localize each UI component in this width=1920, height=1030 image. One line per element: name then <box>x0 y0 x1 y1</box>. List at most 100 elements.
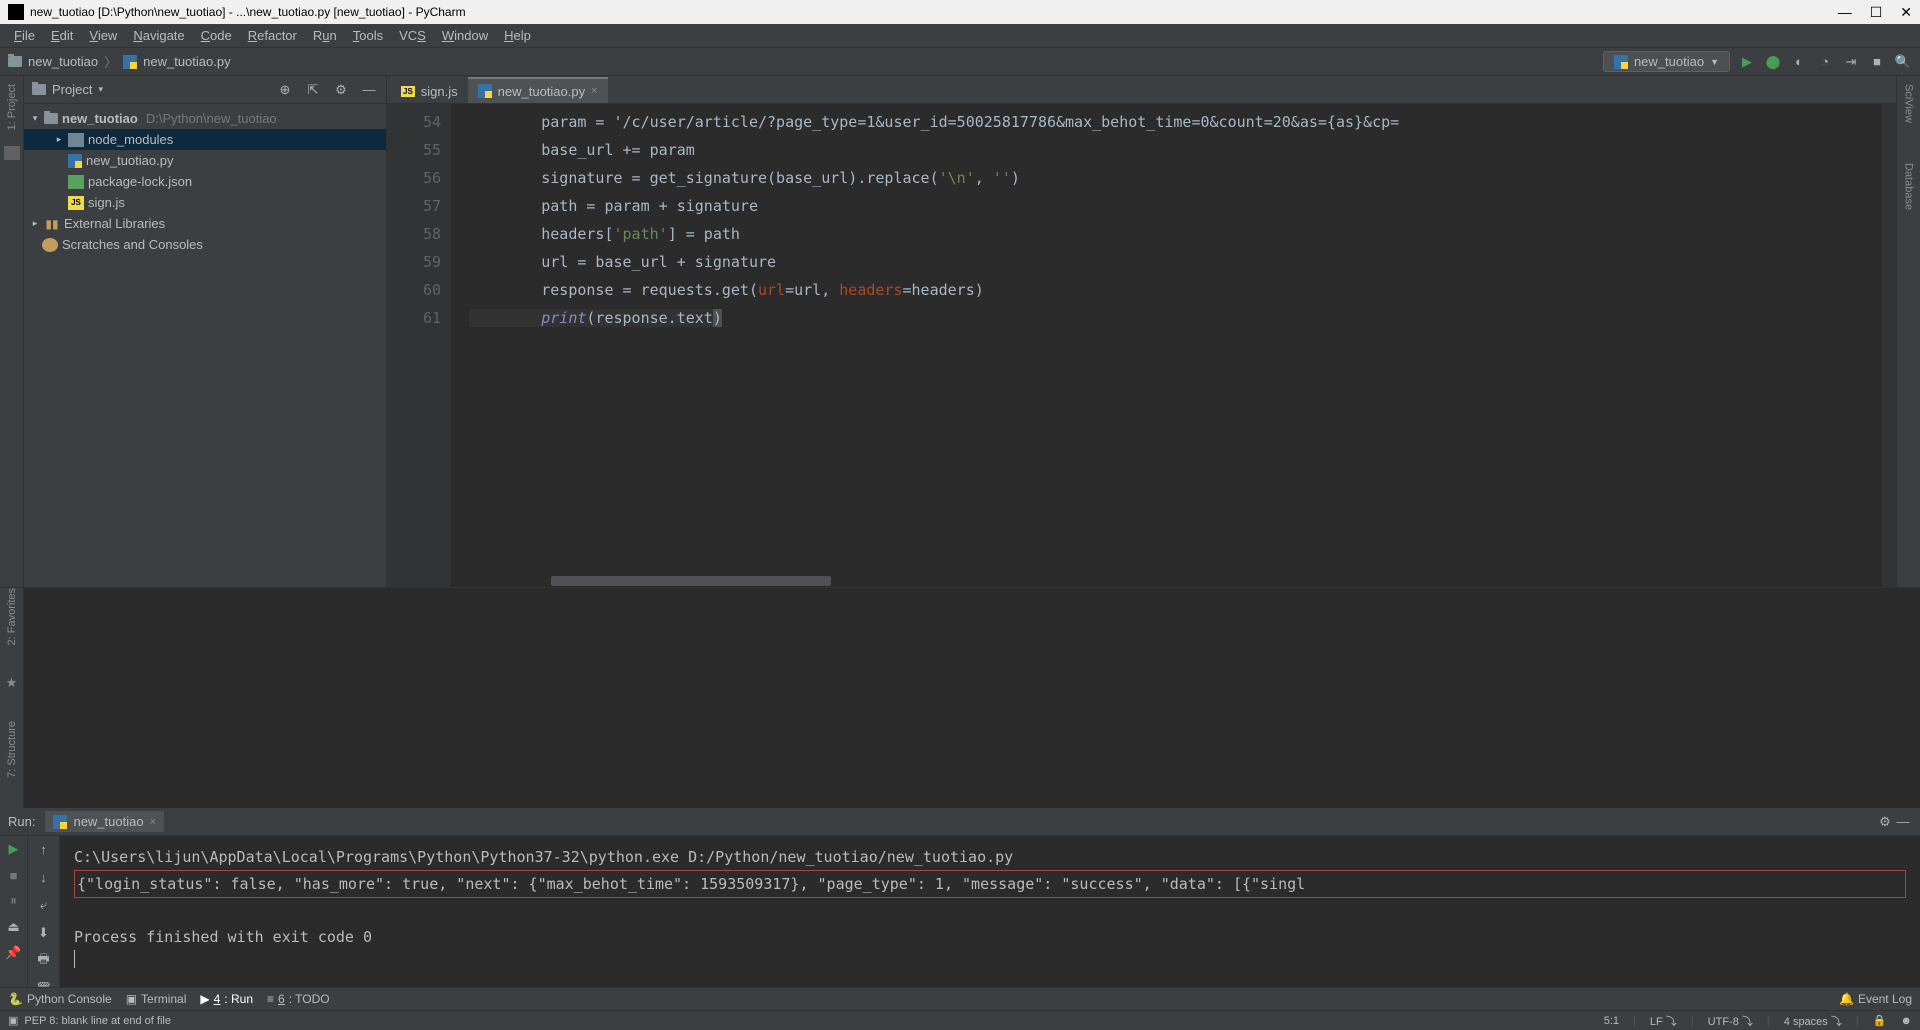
menu-navigate[interactable]: Navigate <box>127 26 190 45</box>
tree-item-node-modules[interactable]: ▸ node_modules <box>24 129 386 150</box>
breadcrumb-root[interactable]: new_tuotiao <box>28 54 98 69</box>
project-header: Project ▾ ⊕ ⇱ ⚙ — <box>24 76 386 104</box>
run-tab[interactable]: new_tuotiao × <box>45 811 164 832</box>
locate-icon[interactable]: ⊕ <box>276 81 294 99</box>
tree-item-external-libraries[interactable]: ▸ ▮▮ External Libraries <box>24 213 386 234</box>
scroll-to-end-button[interactable]: ⬇ <box>35 924 53 942</box>
python-file-icon <box>123 55 137 69</box>
editor-tab-label: new_tuotiao.py <box>498 84 585 99</box>
up-button[interactable]: ↑ <box>35 840 53 858</box>
status-line-separator[interactable]: LF ⤵ <box>1650 1013 1677 1029</box>
run-button[interactable]: ▶ <box>1738 53 1756 71</box>
chevron-down-icon[interactable]: ▾ <box>98 84 103 95</box>
tree-item-new-tuotiao-py[interactable]: new_tuotiao.py <box>24 150 386 171</box>
folder-icon <box>8 56 22 67</box>
pin-button[interactable]: 📌 <box>5 944 23 962</box>
expand-arrow-icon[interactable]: ▾ <box>30 113 40 124</box>
hide-icon[interactable]: — <box>360 81 378 99</box>
code-content[interactable]: param = '/c/user/article/?page_type=1&us… <box>451 104 1882 587</box>
project-header-title[interactable]: Project <box>52 82 92 97</box>
tree-item-package-lock[interactable]: package-lock.json <box>24 171 386 192</box>
project-tool-window: Project ▾ ⊕ ⇱ ⚙ — ▾ new_tuotiao D:\Pytho… <box>24 76 387 587</box>
scrollbar-thumb[interactable] <box>551 576 831 586</box>
menu-file[interactable]: File <box>8 26 41 45</box>
menu-help[interactable]: Help <box>498 26 537 45</box>
pause-button[interactable]: ⏸ <box>5 892 23 910</box>
run-coverage-button[interactable]: ◐ <box>1790 53 1808 71</box>
menu-run[interactable]: Run <box>307 26 343 45</box>
menu-vcs[interactable]: VCS <box>393 26 432 45</box>
run-config-label: new_tuotiao <box>1634 54 1704 69</box>
search-everywhere-button[interactable]: 🔍 <box>1894 53 1912 71</box>
menu-refactor[interactable]: Refactor <box>242 26 303 45</box>
run-button-bottom[interactable]: ▶ 4: Run <box>200 992 253 1006</box>
menu-tools[interactable]: Tools <box>347 26 389 45</box>
expand-arrow-icon[interactable]: ▸ <box>54 134 64 145</box>
run-tab-label: new_tuotiao <box>73 814 143 829</box>
tree-item-label: new_tuotiao.py <box>86 153 173 168</box>
status-position[interactable]: 5:1 <box>1604 1015 1619 1027</box>
folder-icon <box>44 113 58 124</box>
status-encoding[interactable]: UTF-8 ⤵ <box>1708 1013 1753 1029</box>
editor-tabs: JS sign.js new_tuotiao.py × <box>387 76 1896 104</box>
terminal-button[interactable]: ▣ Terminal <box>126 992 187 1006</box>
close-tab-icon[interactable]: × <box>150 816 156 828</box>
tree-item-sign-js[interactable]: JS sign.js <box>24 192 386 213</box>
status-hector-icon[interactable]: ☻ <box>1900 1015 1912 1027</box>
chevron-right-icon: 〉 <box>104 52 117 71</box>
database-tool-button[interactable]: Database <box>1903 163 1915 210</box>
editor-tab-new-tuotiao-py[interactable]: new_tuotiao.py × <box>468 77 608 103</box>
status-bar: ▣ PEP 8: blank line at end of file 5:1 |… <box>0 1010 1920 1030</box>
python-file-icon <box>68 154 82 168</box>
print-button[interactable]: 🖶 <box>35 952 53 970</box>
sciview-tool-button[interactable]: SciView <box>1903 84 1915 123</box>
attach-button[interactable]: ⇥ <box>1842 53 1860 71</box>
event-log-button[interactable]: 🔔 Event Log <box>1839 992 1912 1006</box>
gear-icon[interactable]: ⚙ <box>332 81 350 99</box>
profile-button[interactable]: ◔ <box>1816 53 1834 71</box>
project-tool-button[interactable]: 1: Project <box>6 84 18 130</box>
rerun-button[interactable]: ▶ <box>5 840 23 858</box>
horizontal-scrollbar[interactable] <box>451 575 1876 587</box>
expand-arrow-icon[interactable]: ▸ <box>30 218 40 229</box>
window-minimize-button[interactable]: — <box>1838 4 1852 21</box>
scratches-icon <box>42 238 58 252</box>
debug-button[interactable]: ⬤ <box>1764 53 1782 71</box>
project-tree[interactable]: ▾ new_tuotiao D:\Python\new_tuotiao ▸ no… <box>24 104 386 587</box>
gear-icon[interactable]: ⚙ <box>1876 813 1894 831</box>
python-file-icon <box>53 815 67 829</box>
stop-button[interactable]: ■ <box>1868 53 1886 71</box>
down-button[interactable]: ↓ <box>35 868 53 886</box>
editor-tab-sign-js[interactable]: JS sign.js <box>391 77 468 103</box>
tree-item-scratches[interactable]: Scratches and Consoles <box>24 234 386 255</box>
navigation-bar: new_tuotiao 〉 new_tuotiao.py new_tuotiao… <box>0 48 1920 76</box>
stop-button[interactable]: ■ <box>5 866 23 884</box>
close-tab-icon[interactable]: × <box>591 85 597 97</box>
star-icon[interactable]: ★ <box>6 675 18 691</box>
exit-button[interactable]: ⏏ <box>5 918 23 936</box>
tree-root[interactable]: ▾ new_tuotiao D:\Python\new_tuotiao <box>24 108 386 129</box>
structure-tool-button[interactable]: 7: Structure <box>6 721 18 778</box>
menu-window[interactable]: Window <box>436 26 494 45</box>
bookmark-icon[interactable] <box>4 146 20 160</box>
todo-button[interactable]: ≡ 6: TODO <box>267 992 330 1006</box>
run-output[interactable]: C:\Users\lijun\AppData\Local\Programs\Py… <box>60 836 1920 998</box>
python-console-button[interactable]: 🐍 Python Console <box>8 992 112 1006</box>
menu-edit[interactable]: Edit <box>45 26 79 45</box>
hide-icon[interactable]: — <box>1894 813 1912 831</box>
menu-code[interactable]: Code <box>195 26 238 45</box>
menu-view[interactable]: View <box>83 26 123 45</box>
status-indent[interactable]: 4 spaces ⤵ <box>1784 1013 1842 1029</box>
code-editor[interactable]: 5455565758596061 param = '/c/user/articl… <box>387 104 1896 587</box>
soft-wrap-button[interactable]: ⤶ <box>35 896 53 914</box>
status-lock-icon[interactable]: 🔒 <box>1873 1014 1887 1027</box>
collapse-all-icon[interactable]: ⇱ <box>304 81 322 99</box>
right-tool-strip: SciView Database <box>1896 76 1920 587</box>
window-maximize-button[interactable]: ☐ <box>1870 4 1883 21</box>
breadcrumb-file[interactable]: new_tuotiao.py <box>143 54 230 69</box>
run-output-result: {"login_status": false, "has_more": true… <box>74 870 1906 898</box>
editor-minimap[interactable] <box>1882 104 1896 587</box>
favorites-tool-button[interactable]: 2: Favorites <box>6 588 18 645</box>
run-configuration-selector[interactable]: new_tuotiao ▼ <box>1603 51 1730 72</box>
window-close-button[interactable]: ✕ <box>1900 4 1912 21</box>
